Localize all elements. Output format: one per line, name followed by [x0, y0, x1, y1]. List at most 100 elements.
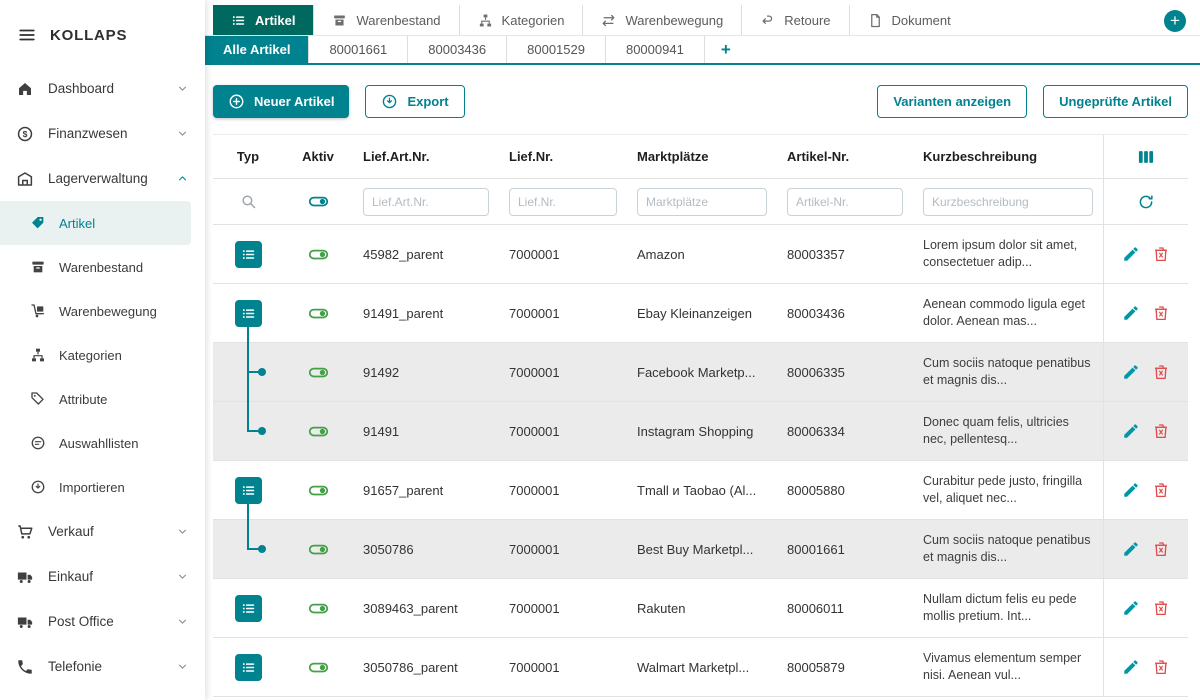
active-toggle-icon[interactable] — [308, 657, 329, 678]
refresh-icon[interactable] — [1137, 193, 1155, 211]
table-row[interactable]: 91491 7000001 Instagram Shopping 8000633… — [213, 402, 1188, 461]
delete-icon[interactable] — [1152, 599, 1170, 617]
delete-icon[interactable] — [1152, 363, 1170, 381]
article-type-icon[interactable] — [235, 595, 262, 622]
subtab-alle-artikel[interactable]: Alle Artikel — [205, 36, 308, 63]
cell-aktiv — [283, 303, 353, 324]
filter-marktplaetze-cell — [627, 188, 777, 216]
sidebar-item-attribute[interactable]: Attribute — [0, 377, 191, 421]
table-row[interactable]: 3089463_parent 7000001 Rakuten 80006011 … — [213, 579, 1188, 638]
article-type-icon[interactable] — [235, 241, 262, 268]
active-toggle-icon[interactable] — [308, 421, 329, 442]
tab-dokument[interactable]: Dokument — [849, 5, 969, 35]
sidebar-item-label: Artikel — [59, 216, 95, 231]
table-row[interactable]: 3050786_parent 7000001 Walmart Marketpl.… — [213, 638, 1188, 697]
subtab-80000941[interactable]: 80000941 — [605, 36, 704, 63]
edit-icon[interactable] — [1122, 481, 1140, 499]
button-label: Ungeprüfte Artikel — [1059, 94, 1172, 109]
active-toggle-icon[interactable] — [308, 303, 329, 324]
show-variants-button[interactable]: Varianten anzeigen — [877, 85, 1027, 118]
edit-icon[interactable] — [1122, 599, 1140, 617]
edit-icon[interactable] — [1122, 658, 1140, 676]
button-label: Export — [407, 94, 448, 109]
cell-typ — [213, 638, 283, 696]
new-article-button[interactable]: Neuer Artikel — [213, 85, 349, 118]
delete-icon[interactable] — [1152, 304, 1170, 322]
table-row[interactable]: 3050786 7000001 Best Buy Marketpl... 800… — [213, 520, 1188, 579]
cell-lief-art-nr: 3050786 — [353, 542, 499, 557]
active-toggle-icon[interactable] — [308, 362, 329, 383]
edit-icon[interactable] — [1122, 422, 1140, 440]
sidebar-item-dashboard[interactable]: Dashboard — [0, 66, 205, 111]
tab-warenbewegung[interactable]: Warenbewegung — [582, 5, 741, 35]
cell-typ — [213, 225, 283, 283]
edit-icon[interactable] — [1122, 363, 1140, 381]
cell-aktiv — [283, 539, 353, 560]
artikel-nr-filter-input[interactable] — [787, 188, 903, 216]
sidebar-item-label: Warenbewegung — [59, 304, 157, 319]
article-type-icon[interactable] — [235, 300, 262, 327]
menu-icon[interactable] — [18, 26, 36, 44]
table-row[interactable]: 91492 7000001 Facebook Marketp... 800063… — [213, 343, 1188, 402]
table-row[interactable]: 91657_parent 7000001 Tmall и Taobao (Al.… — [213, 461, 1188, 520]
lief-art-nr-filter-input[interactable] — [363, 188, 489, 216]
table-row[interactable]: 91491_parent 7000001 Ebay Kleinanzeigen … — [213, 284, 1188, 343]
table-row[interactable]: 45982_parent 7000001 Amazon 80003357 Lor… — [213, 225, 1188, 284]
edit-icon[interactable] — [1122, 245, 1140, 263]
sidebar-item-kategorien[interactable]: Kategorien — [0, 333, 191, 377]
tab-kategorien[interactable]: Kategorien — [459, 5, 583, 35]
cell-typ-tree-connector — [213, 402, 283, 460]
active-toggle-icon[interactable] — [308, 598, 329, 619]
article-type-icon[interactable] — [235, 654, 262, 681]
cell-marktplatz: Rakuten — [627, 601, 777, 616]
tab-label: Warenbestand — [356, 13, 440, 28]
cell-kurzbeschreibung: Vivamus elementum semper nisi. Aenean vu… — [913, 650, 1103, 684]
delete-icon[interactable] — [1152, 245, 1170, 263]
unchecked-articles-button[interactable]: Ungeprüfte Artikel — [1043, 85, 1188, 118]
subtab-80003436[interactable]: 80003436 — [407, 36, 506, 63]
sidebar-item-finanzwesen[interactable]: Finanzwesen — [0, 111, 205, 156]
toggle-filter-icon[interactable] — [308, 191, 329, 212]
columns-icon[interactable] — [1136, 147, 1156, 167]
sidebar-item-artikel[interactable]: Artikel — [0, 201, 191, 245]
cell-kurzbeschreibung: Cum sociis natoque penatibus et magnis d… — [913, 532, 1103, 566]
phone-icon — [16, 658, 34, 676]
sidebar-item-warenbestand[interactable]: Warenbestand — [0, 245, 191, 289]
sidebar-item-verkauf[interactable]: Verkauf — [0, 509, 205, 554]
export-button[interactable]: Export — [365, 85, 464, 118]
cell-lief-art-nr: 91657_parent — [353, 483, 499, 498]
lief-nr-filter-input[interactable] — [509, 188, 617, 216]
article-type-icon[interactable] — [235, 477, 262, 504]
sidebar-item-telefonie[interactable]: Telefonie — [0, 644, 205, 689]
active-toggle-icon[interactable] — [308, 244, 329, 265]
sidebar-item-einkauf[interactable]: Einkauf — [0, 554, 205, 599]
subtab-80001661[interactable]: 80001661 — [308, 36, 407, 63]
list-icon — [241, 660, 256, 675]
edit-icon[interactable] — [1122, 540, 1140, 558]
delete-icon[interactable] — [1152, 481, 1170, 499]
tab-artikel[interactable]: Artikel — [213, 5, 313, 35]
subtab-80001529[interactable]: 80001529 — [506, 36, 605, 63]
sidebar-item-lagerverwaltung[interactable]: Lagerverwaltung — [0, 156, 205, 201]
tab-warenbestand[interactable]: Warenbestand — [313, 5, 458, 35]
article-tab-bar: Alle Artikel 80001661 80003436 80001529 … — [205, 36, 1200, 65]
delete-icon[interactable] — [1152, 540, 1170, 558]
cell-artikel-nr: 80005880 — [777, 483, 913, 498]
cell-actions — [1103, 402, 1188, 460]
sidebar-item-importieren[interactable]: Importieren — [0, 465, 191, 509]
sidebar-item-warenbewegung[interactable]: Warenbewegung — [0, 289, 191, 333]
sidebar-item-auswahllisten[interactable]: Auswahllisten — [0, 421, 191, 465]
delete-icon[interactable] — [1152, 658, 1170, 676]
active-toggle-icon[interactable] — [308, 539, 329, 560]
sidebar-item-post-office[interactable]: Post Office — [0, 599, 205, 644]
tab-retoure[interactable]: Retoure — [741, 5, 848, 35]
add-article-tab-icon[interactable]: + — [704, 36, 747, 63]
add-tab-icon[interactable]: + — [1164, 10, 1186, 32]
tab-label: Warenbewegung — [625, 13, 723, 28]
delete-icon[interactable] — [1152, 422, 1170, 440]
marktplaetze-filter-input[interactable] — [637, 188, 767, 216]
edit-icon[interactable] — [1122, 304, 1140, 322]
kurzbeschreibung-filter-input[interactable] — [923, 188, 1093, 216]
active-toggle-icon[interactable] — [308, 480, 329, 501]
cell-lief-nr: 7000001 — [499, 306, 627, 321]
